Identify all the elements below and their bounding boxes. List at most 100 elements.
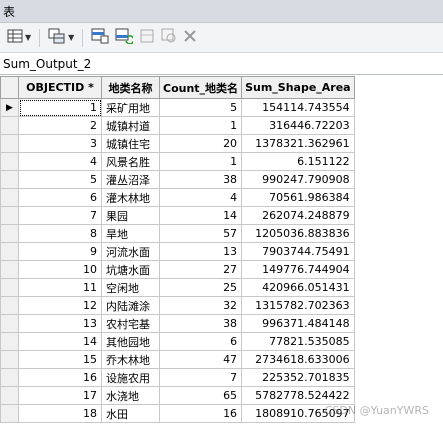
table-row[interactable]: 9 河流水面 13 7903744.75491 <box>0 242 355 261</box>
table-row[interactable]: 12 内陆滩涂 32 1315782.702363 <box>0 296 355 315</box>
cell-land-type[interactable]: 水田 <box>101 404 160 423</box>
table-row[interactable]: 4 风景名胜 1 6.151122 <box>0 152 355 171</box>
row-selector[interactable] <box>0 296 19 315</box>
cell-sum-area[interactable]: 990247.790908 <box>241 170 355 189</box>
row-selector-header[interactable] <box>0 76 19 99</box>
cell-objectid[interactable]: 9 <box>18 242 102 261</box>
row-selector[interactable] <box>0 170 19 189</box>
table-row[interactable]: 13 农村宅基 38 996371.484148 <box>0 314 355 333</box>
cell-sum-area[interactable]: 5782778.524422 <box>241 386 355 405</box>
cell-sum-area[interactable]: 1808910.765097 <box>241 404 355 423</box>
column-header-objectid[interactable]: OBJECTID * <box>18 76 102 99</box>
cell-count[interactable]: 32 <box>158 296 243 315</box>
cell-count[interactable]: 14 <box>158 206 243 225</box>
related-tables-button[interactable]: ▼ <box>46 27 76 49</box>
row-selector[interactable] <box>0 332 19 351</box>
cell-objectid[interactable]: 2 <box>18 116 102 135</box>
cell-land-type[interactable]: 河流水面 <box>101 242 160 261</box>
table-row[interactable]: 15 乔木林地 47 2734618.633006 <box>0 350 355 369</box>
cell-sum-area[interactable]: 1378321.362961 <box>241 134 355 153</box>
cell-objectid[interactable]: 7 <box>18 206 102 225</box>
cell-land-type[interactable]: 风景名胜 <box>101 152 160 171</box>
cell-sum-area[interactable]: 262074.248879 <box>241 206 355 225</box>
cell-count[interactable]: 6 <box>158 332 243 351</box>
cell-objectid[interactable]: 16 <box>18 368 102 387</box>
row-selector[interactable] <box>0 386 19 405</box>
table-row[interactable]: 8 旱地 57 1205036.883836 <box>0 224 355 243</box>
delete-selected-button[interactable] <box>181 27 199 49</box>
cell-objectid[interactable]: 6 <box>18 188 102 207</box>
cell-land-type[interactable]: 农村宅基 <box>101 314 160 333</box>
row-selector[interactable] <box>0 368 19 387</box>
cell-count[interactable]: 38 <box>158 170 243 189</box>
cell-land-type[interactable]: 旱地 <box>101 224 160 243</box>
cell-sum-area[interactable]: 316446.72203 <box>241 116 355 135</box>
row-selector[interactable] <box>0 152 19 171</box>
table-row[interactable]: 18 水田 16 1808910.765097 <box>0 404 355 423</box>
cell-land-type[interactable]: 水浇地 <box>101 386 160 405</box>
cell-objectid[interactable]: 1 <box>18 98 102 117</box>
cell-objectid[interactable]: 4 <box>18 152 102 171</box>
cell-land-type[interactable]: 城镇住宅 <box>101 134 160 153</box>
row-selector[interactable] <box>0 350 19 369</box>
row-selector[interactable] <box>0 116 19 135</box>
cell-count[interactable]: 13 <box>158 242 243 261</box>
cell-count[interactable]: 65 <box>158 386 243 405</box>
cell-count[interactable]: 27 <box>158 260 243 279</box>
cell-land-type[interactable]: 其他园地 <box>101 332 160 351</box>
cell-sum-area[interactable]: 6.151122 <box>241 152 355 171</box>
cell-sum-area[interactable]: 1315782.702363 <box>241 296 355 315</box>
row-selector[interactable] <box>0 278 19 297</box>
cell-land-type[interactable]: 乔木林地 <box>101 350 160 369</box>
cell-sum-area[interactable]: 225352.701835 <box>241 368 355 387</box>
tab-sum-output[interactable]: Sum_Output_2 <box>3 57 91 71</box>
row-selector[interactable]: ▶ <box>0 98 19 117</box>
cell-objectid[interactable]: 13 <box>18 314 102 333</box>
switch-selection-button[interactable] <box>113 27 135 49</box>
cell-objectid[interactable]: 18 <box>18 404 102 423</box>
cell-count[interactable]: 57 <box>158 224 243 243</box>
cell-land-type[interactable]: 果园 <box>101 206 160 225</box>
row-selector[interactable] <box>0 242 19 261</box>
table-row[interactable]: 10 坑塘水面 27 149776.744904 <box>0 260 355 279</box>
select-by-attributes-button[interactable] <box>89 27 111 49</box>
row-selector[interactable] <box>0 134 19 153</box>
cell-land-type[interactable]: 空闲地 <box>101 278 160 297</box>
table-options-button[interactable]: ▼ <box>5 27 33 49</box>
cell-objectid[interactable]: 17 <box>18 386 102 405</box>
cell-objectid[interactable]: 15 <box>18 350 102 369</box>
table-row[interactable]: 14 其他园地 6 77821.535085 <box>0 332 355 351</box>
cell-sum-area[interactable]: 1205036.883836 <box>241 224 355 243</box>
cell-sum-area[interactable]: 154114.743554 <box>241 98 355 117</box>
row-selector[interactable] <box>0 260 19 279</box>
cell-count[interactable]: 7 <box>158 368 243 387</box>
cell-sum-area[interactable]: 996371.484148 <box>241 314 355 333</box>
column-header-sum-area[interactable]: Sum_Shape_Area <box>241 76 355 99</box>
cell-sum-area[interactable]: 420966.051431 <box>241 278 355 297</box>
row-selector[interactable] <box>0 404 19 423</box>
cell-sum-area[interactable]: 70561.986384 <box>241 188 355 207</box>
cell-land-type[interactable]: 内陆滩涂 <box>101 296 160 315</box>
cell-land-type[interactable]: 设施农用 <box>101 368 160 387</box>
cell-count[interactable]: 5 <box>158 98 243 117</box>
cell-land-type[interactable]: 灌丛沼泽 <box>101 170 160 189</box>
cell-objectid[interactable]: 12 <box>18 296 102 315</box>
cell-objectid[interactable]: 14 <box>18 332 102 351</box>
cell-land-type[interactable]: 采矿用地 <box>101 98 160 117</box>
table-row[interactable]: 2 城镇村道 1 316446.72203 <box>0 116 355 135</box>
attribute-table[interactable]: OBJECTID * 地类名称 Count_地类名 Sum_Shape_Area… <box>0 76 443 425</box>
cell-objectid[interactable]: 3 <box>18 134 102 153</box>
row-selector[interactable] <box>0 188 19 207</box>
zoom-to-selected-button[interactable] <box>159 27 179 49</box>
table-row[interactable]: 11 空闲地 25 420966.051431 <box>0 278 355 297</box>
column-header-count[interactable]: Count_地类名 <box>158 76 243 99</box>
cell-objectid[interactable]: 10 <box>18 260 102 279</box>
cell-sum-area[interactable]: 77821.535085 <box>241 332 355 351</box>
row-selector[interactable] <box>0 224 19 243</box>
cell-count[interactable]: 1 <box>158 152 243 171</box>
cell-land-type[interactable]: 坑塘水面 <box>101 260 160 279</box>
cell-land-type[interactable]: 城镇村道 <box>101 116 160 135</box>
cell-count[interactable]: 47 <box>158 350 243 369</box>
cell-land-type[interactable]: 灌木林地 <box>101 188 160 207</box>
cell-sum-area[interactable]: 7903744.75491 <box>241 242 355 261</box>
